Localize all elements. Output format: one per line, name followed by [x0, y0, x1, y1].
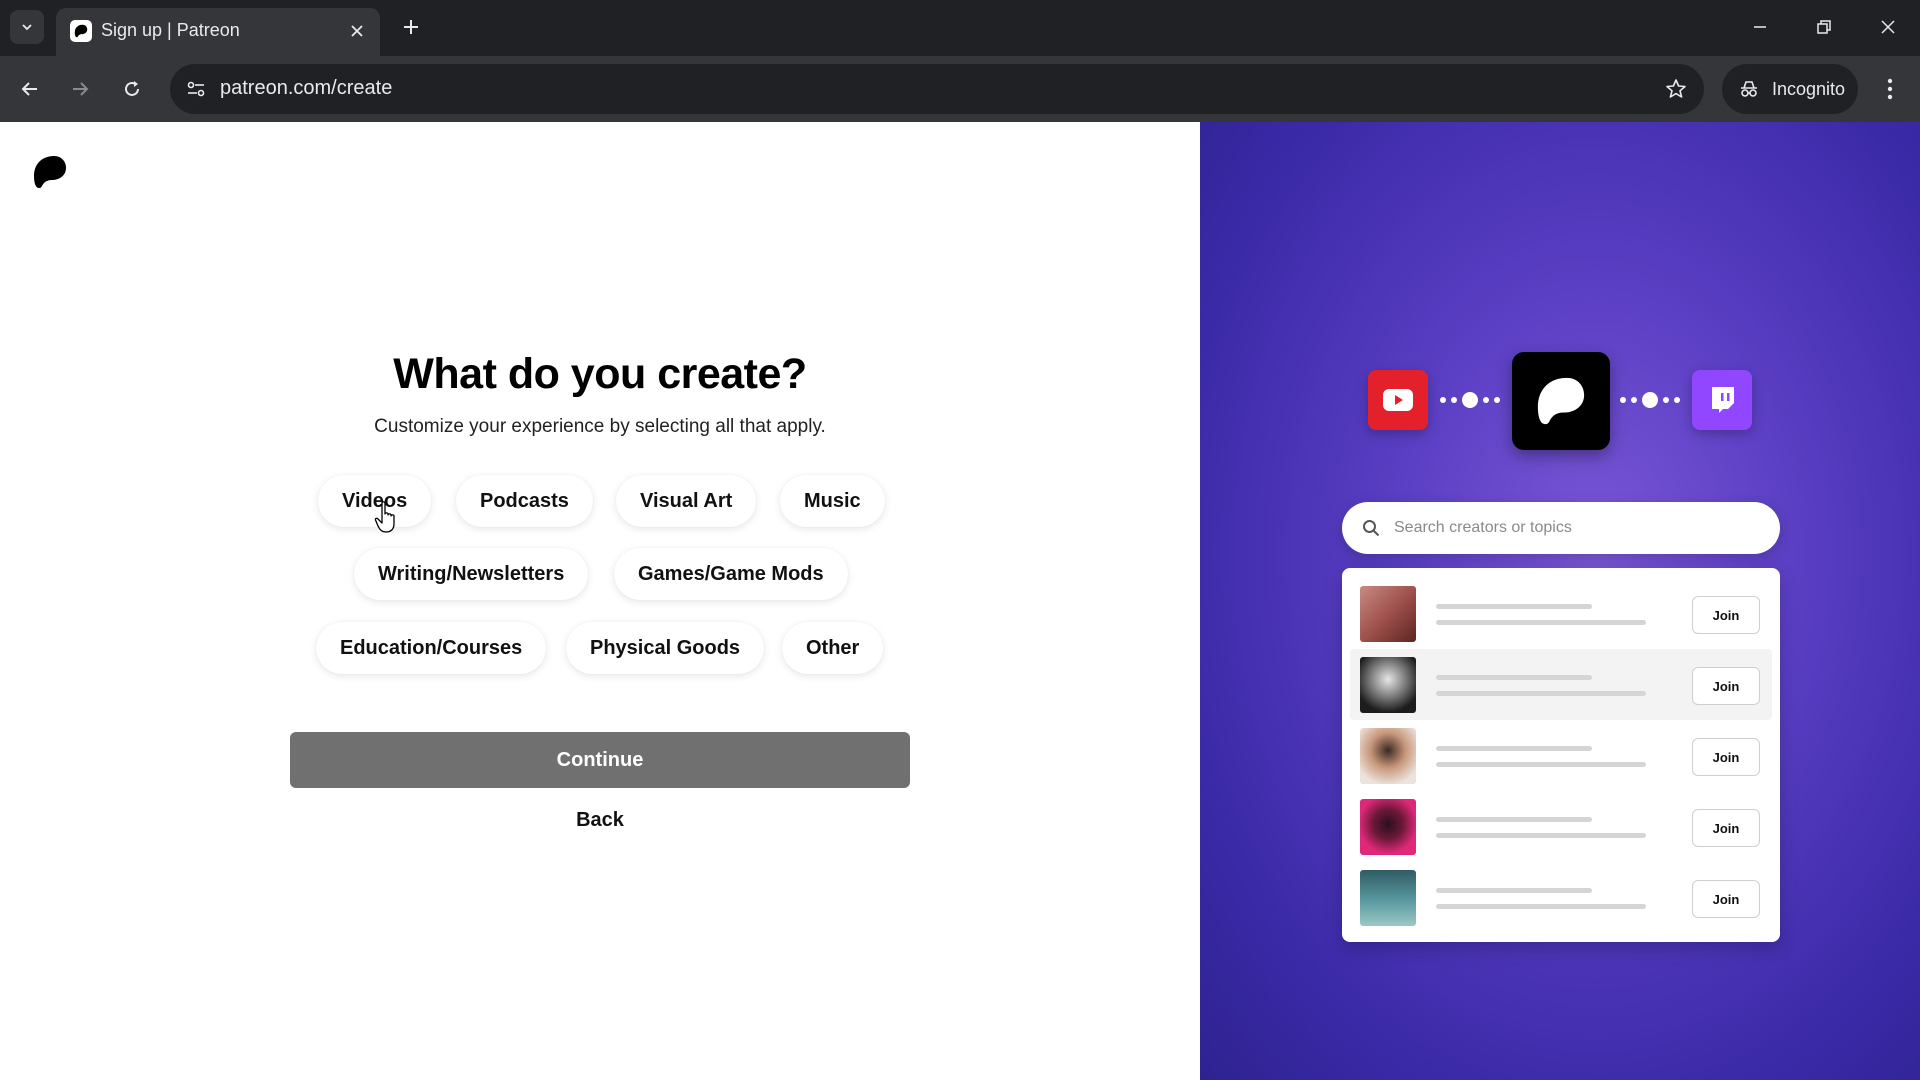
creator-row: Join — [1350, 862, 1772, 933]
new-tab-button[interactable] — [396, 12, 426, 42]
placeholder-line — [1436, 675, 1592, 680]
hand-pointer-cursor-icon — [374, 501, 395, 533]
close-icon — [1881, 20, 1895, 34]
creator-avatar — [1360, 586, 1416, 642]
join-button: Join — [1692, 738, 1760, 776]
category-chip-visual-art[interactable]: Visual Art — [616, 475, 757, 527]
plus-icon — [404, 20, 418, 34]
chevron-down-icon — [22, 24, 32, 31]
page-content: What do you create? Customize your exper… — [0, 122, 1920, 1080]
browser-tab-bar: Sign up | Patreon — [0, 0, 1920, 56]
creator-avatar — [1360, 728, 1416, 784]
tab-title: Sign up | Patreon — [101, 20, 240, 40]
creator-avatar — [1360, 870, 1416, 926]
category-chip-physical-goods[interactable]: Physical Goods — [566, 622, 765, 674]
youtube-icon — [1368, 370, 1428, 430]
placeholder-line — [1436, 762, 1646, 767]
category-chip-other[interactable]: Other — [782, 622, 884, 674]
search-icon — [1363, 520, 1380, 537]
placeholder-line — [1436, 620, 1646, 625]
incognito-indicator[interactable]: Incognito — [1722, 64, 1858, 114]
creator-row: Join — [1350, 578, 1772, 649]
category-chip-writing-newsletters[interactable]: Writing/Newsletters — [354, 548, 589, 600]
placeholder-line — [1436, 817, 1592, 822]
reload-button[interactable] — [113, 70, 151, 108]
tab-close-button[interactable] — [346, 20, 368, 42]
category-chip-podcasts[interactable]: Podcasts — [456, 475, 593, 527]
restore-button[interactable] — [1804, 10, 1844, 44]
connector-dots-left — [1440, 392, 1500, 408]
creator-list-card: Join Join Join Join Join — [1342, 568, 1780, 942]
placeholder-line — [1436, 833, 1646, 838]
creator-row: Join — [1350, 791, 1772, 862]
placeholder-line — [1436, 746, 1592, 751]
url-text: patreon.com/create — [220, 77, 393, 99]
category-chip-games-game-mods[interactable]: Games/Game Mods — [614, 548, 848, 600]
patreon-app-icon — [1512, 352, 1610, 450]
incognito-label: Incognito — [1772, 78, 1846, 99]
placeholder-line — [1436, 888, 1592, 893]
reload-icon — [125, 81, 139, 96]
bookmark-star-button[interactable] — [1662, 75, 1690, 103]
category-chip-music[interactable]: Music — [780, 475, 885, 527]
tab-search-button[interactable] — [10, 10, 44, 44]
twitch-icon — [1692, 370, 1752, 430]
minimize-icon — [1754, 26, 1766, 28]
back-nav-button[interactable] — [11, 70, 49, 108]
join-button: Join — [1692, 809, 1760, 847]
promo-panel: Search creators or topics Join Join Join — [1200, 122, 1920, 1080]
creator-search-input: Search creators or topics — [1342, 502, 1780, 554]
creator-avatar — [1360, 799, 1416, 855]
star-icon — [1666, 79, 1686, 98]
browser-toolbar: patreon.com/create Incognito — [0, 56, 1920, 122]
join-button: Join — [1692, 667, 1760, 705]
forward-nav-button[interactable] — [61, 70, 99, 108]
page-title: What do you create? — [393, 350, 807, 398]
kebab-menu-icon — [1887, 78, 1893, 100]
signup-form-panel: What do you create? Customize your exper… — [0, 122, 1200, 1080]
join-button: Join — [1692, 880, 1760, 918]
search-placeholder: Search creators or topics — [1394, 519, 1572, 536]
incognito-icon — [1741, 81, 1757, 97]
patreon-logo-icon[interactable] — [32, 154, 68, 190]
site-info-icon[interactable] — [182, 76, 210, 102]
minimize-button[interactable] — [1740, 10, 1780, 44]
page-subtitle: Customize your experience by selecting a… — [374, 416, 826, 437]
arrow-right-icon — [73, 82, 89, 96]
back-button[interactable]: Back — [540, 800, 660, 840]
creator-avatar — [1360, 657, 1416, 713]
restore-icon — [1817, 20, 1831, 34]
placeholder-line — [1436, 904, 1646, 909]
placeholder-line — [1436, 691, 1646, 696]
join-button: Join — [1692, 596, 1760, 634]
creator-row: Join — [1350, 649, 1772, 720]
browser-menu-button[interactable] — [1874, 70, 1906, 108]
close-icon — [351, 25, 363, 37]
browser-tab[interactable]: Sign up | Patreon — [56, 8, 380, 56]
category-chip-education-courses[interactable]: Education/Courses — [316, 622, 547, 674]
close-window-button[interactable] — [1868, 10, 1908, 44]
creator-row: Join — [1350, 720, 1772, 791]
address-bar[interactable]: patreon.com/create — [170, 64, 1704, 114]
connector-dots-right — [1620, 392, 1680, 408]
arrow-left-icon — [21, 82, 37, 96]
continue-button[interactable]: Continue — [290, 732, 910, 788]
placeholder-line — [1436, 604, 1592, 609]
patreon-favicon-icon — [70, 20, 92, 42]
